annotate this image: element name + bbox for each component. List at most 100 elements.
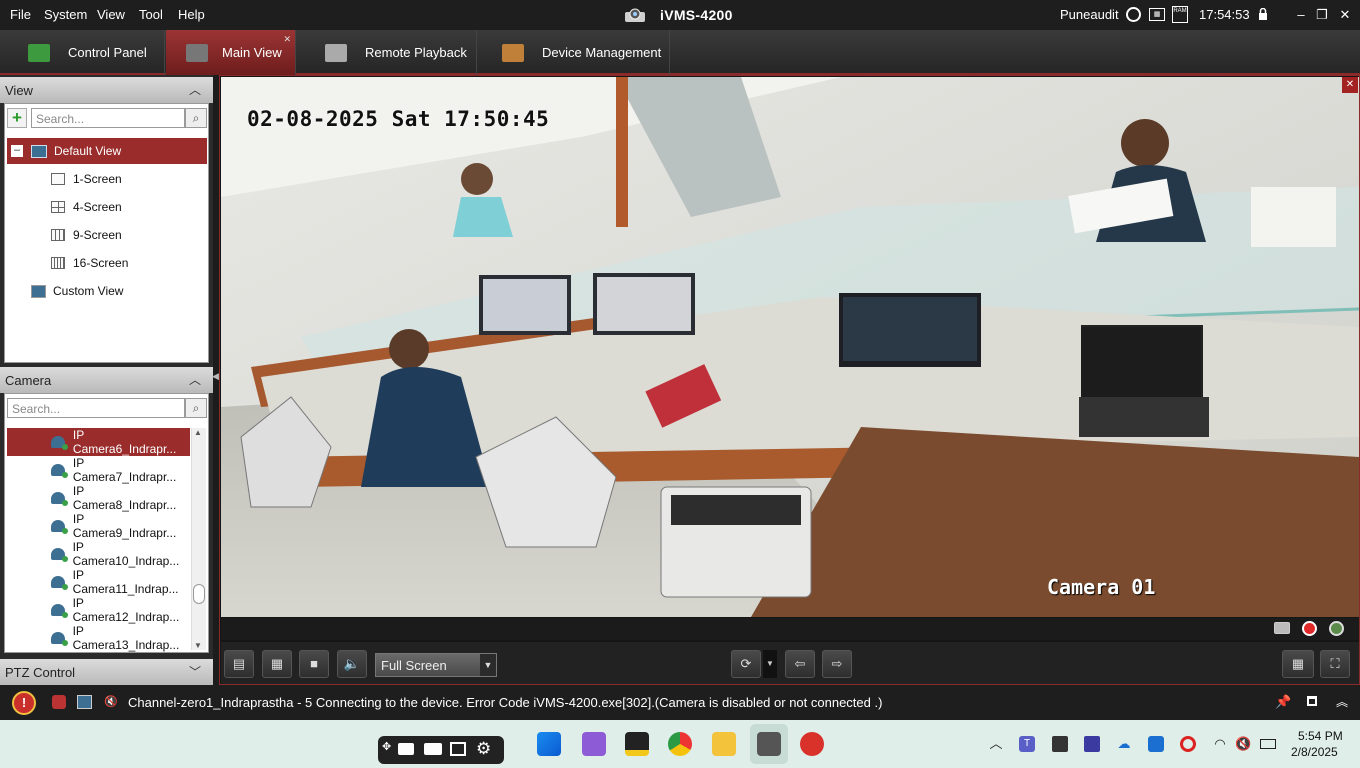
onedrive-icon[interactable]: ☁	[1116, 736, 1132, 752]
start-windows-icon[interactable]	[537, 732, 561, 756]
wps-office-icon[interactable]	[800, 732, 824, 756]
expand-icon[interactable]: ﹀	[189, 663, 201, 680]
stop-all-icon[interactable]: ■	[299, 650, 329, 678]
window-capture-icon[interactable]	[450, 742, 466, 756]
tab-main-view[interactable]: Main View ✕	[166, 30, 296, 75]
ptz-section-header[interactable]: PTZ Control ﹀	[0, 659, 213, 685]
view-search-input[interactable]: Search...	[31, 108, 185, 128]
snapshot-icon[interactable]	[1274, 622, 1290, 634]
mute-icon[interactable]: 🔈	[337, 650, 367, 678]
view-section-header[interactable]: View ︿	[0, 77, 213, 103]
camera-item[interactable]: IP Camera9_Indrapr...	[7, 512, 190, 540]
camera-section-header[interactable]: Camera ︿	[0, 367, 213, 393]
previous-page-icon[interactable]: ⇦	[785, 650, 815, 678]
collapse-tree-icon[interactable]: –	[11, 145, 23, 157]
auto-switch-icon[interactable]: ⟳	[731, 650, 761, 678]
collapse-icon[interactable]: ︿	[189, 81, 201, 98]
tree-item-9-screen[interactable]: 9-Screen	[7, 222, 207, 248]
scroll-down-icon[interactable]: ▼	[194, 641, 202, 650]
record-icon[interactable]	[1302, 621, 1317, 636]
search-icon[interactable]: ⌕	[185, 398, 207, 418]
collapse-icon[interactable]: ︿	[189, 371, 201, 388]
tab-device-management[interactable]: Device Management	[478, 30, 670, 75]
globe-icon[interactable]	[1126, 7, 1141, 22]
add-view-icon[interactable]: +	[7, 108, 27, 128]
screen-mode-select[interactable]: Full Screen ▼	[375, 653, 497, 677]
sticky-notes-icon[interactable]	[625, 732, 649, 756]
lock-icon[interactable]	[1258, 7, 1268, 20]
battery-icon[interactable]	[1260, 739, 1276, 749]
tree-item-4-screen[interactable]: 4-Screen	[7, 194, 207, 220]
alarm-event-icon[interactable]	[52, 695, 66, 709]
tray-app-icon[interactable]	[1084, 736, 1100, 752]
live-video-feed[interactable]: 02-08-2025 Sat 17:50:45 Camera 01	[221, 77, 1359, 617]
ram-icon[interactable]: RAM	[1172, 6, 1188, 23]
camera-list-scrollbar[interactable]: ▲ ▼	[191, 428, 206, 650]
error-message: Channel-zero1_Indraprastha - 5 Connectin…	[128, 695, 883, 710]
tab-remote-playback[interactable]: Remote Playback	[297, 30, 477, 75]
camera-item[interactable]: IP Camera12_Indrap...	[7, 596, 190, 624]
cpu-icon[interactable]: ▦	[1149, 8, 1165, 21]
window-layout-icon[interactable]: ▦	[1282, 650, 1314, 678]
menu-system[interactable]: System	[44, 7, 87, 22]
audio-muted-icon[interactable]: 🔇	[104, 695, 120, 709]
search-icon[interactable]: ⌕	[185, 108, 207, 128]
menu-help[interactable]: Help	[178, 7, 205, 22]
tab-control-panel[interactable]: Control Panel	[0, 30, 165, 75]
taskbar-date[interactable]: 2/8/2025	[1291, 745, 1338, 759]
chrome-icon[interactable]	[668, 732, 692, 756]
fullscreen-icon[interactable]: ⛶	[1320, 650, 1350, 678]
camera-search-input[interactable]: Search...	[7, 398, 185, 418]
tree-item-default-view[interactable]: – Default View	[7, 138, 207, 164]
camera-item[interactable]: IP Camera7_Indrapr...	[7, 456, 190, 484]
tree-item-16-screen[interactable]: 16-Screen	[7, 250, 207, 276]
scrollbar-thumb[interactable]	[193, 584, 205, 604]
username[interactable]: Puneaudit	[1060, 7, 1119, 22]
maximize-panel-icon[interactable]	[1307, 696, 1317, 706]
recording-icon[interactable]	[1180, 736, 1196, 752]
event-list-icon[interactable]	[77, 695, 92, 709]
dropdown-arrow-icon[interactable]: ▼	[480, 654, 496, 676]
close-window-icon[interactable]: ✕	[1342, 77, 1358, 93]
camera-capture-icon[interactable]	[398, 743, 414, 755]
settings-gear-icon[interactable]: ⚙	[476, 739, 491, 759]
tray-overflow-icon[interactable]: ︿	[988, 736, 1004, 752]
menu-tool[interactable]: Tool	[139, 7, 163, 22]
ivms-taskbar-icon[interactable]	[757, 732, 781, 756]
camera-item[interactable]: IP Camera6_Indrapr...	[7, 428, 190, 456]
volume-muted-icon[interactable]: 🔇	[1235, 736, 1251, 752]
camera-item[interactable]: IP Camera11_Indrap...	[7, 568, 190, 596]
auto-switch-dropdown-icon[interactable]: ▼	[763, 650, 777, 678]
menu-file[interactable]: File	[10, 7, 31, 22]
video-capture-icon[interactable]	[424, 743, 442, 755]
tab-close-icon[interactable]: ✕	[283, 34, 291, 45]
file-explorer-icon[interactable]	[712, 732, 736, 756]
close-icon[interactable]: ✕	[1336, 6, 1354, 24]
alarm-warning-icon[interactable]: !	[12, 691, 36, 715]
menu-view[interactable]: View	[97, 7, 125, 22]
snipping-tool-icon[interactable]	[582, 732, 606, 756]
restore-icon[interactable]: ❐	[1313, 6, 1331, 24]
save-view-icon[interactable]: ▤	[224, 650, 254, 678]
layout-4-icon	[51, 201, 65, 213]
tray-app-icon[interactable]	[1052, 736, 1068, 752]
camera-item[interactable]: IP Camera13_Indrap...	[7, 624, 190, 652]
pin-icon[interactable]: 📌	[1275, 694, 1291, 710]
tree-item-custom-view[interactable]: Custom View	[7, 278, 207, 304]
expand-up-icon[interactable]: ︽	[1336, 693, 1348, 710]
tree-item-1-screen[interactable]: 1-Screen	[7, 166, 207, 192]
wifi-icon[interactable]: ◠	[1212, 736, 1228, 752]
next-page-icon[interactable]: ⇨	[822, 650, 852, 678]
teams-icon[interactable]: T	[1019, 736, 1035, 752]
minimize-icon[interactable]: –	[1292, 6, 1310, 24]
save-view-as-icon[interactable]: ▦	[262, 650, 292, 678]
scroll-up-icon[interactable]: ▲	[194, 428, 202, 437]
taskbar-time[interactable]: 5:54 PM	[1298, 729, 1343, 743]
camera-item[interactable]: IP Camera8_Indrapr...	[7, 484, 190, 512]
drag-handle-icon[interactable]: ✥	[382, 740, 391, 753]
security-shield-icon[interactable]	[1148, 736, 1164, 752]
panel-collapse-icon[interactable]: ◀	[212, 371, 219, 382]
stream-status-icon[interactable]	[1329, 621, 1344, 636]
camera-item[interactable]: IP Camera10_Indrap...	[7, 540, 190, 568]
view-group-icon	[31, 144, 47, 158]
